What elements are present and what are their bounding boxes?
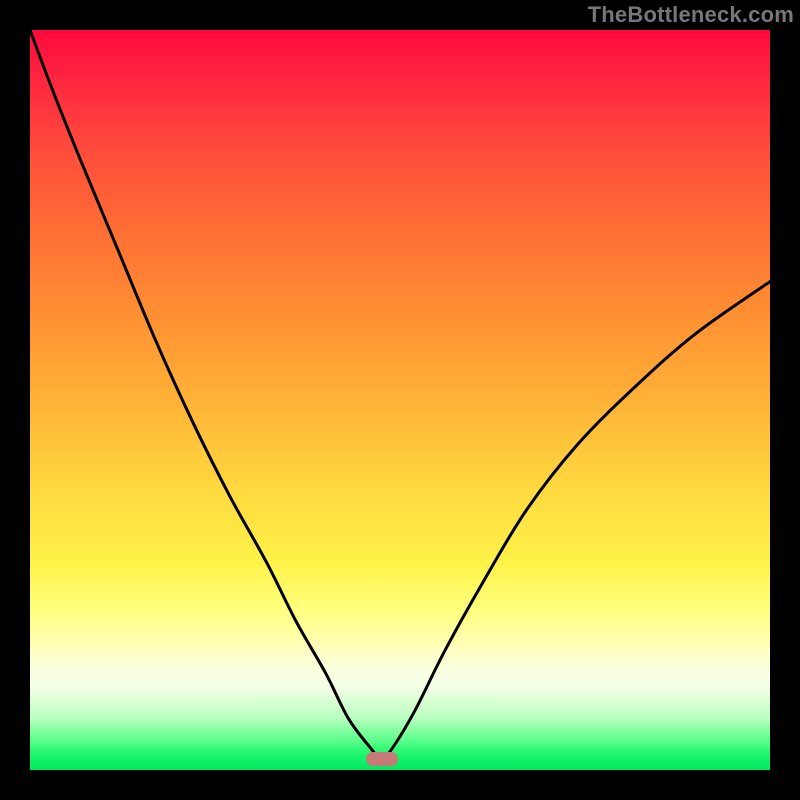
chart-frame: TheBottleneck.com bbox=[0, 0, 800, 800]
valley-marker bbox=[366, 752, 398, 766]
highlight-band bbox=[30, 642, 770, 702]
watermark-text: TheBottleneck.com bbox=[588, 2, 794, 28]
bottleneck-curve bbox=[30, 30, 770, 770]
plot-area bbox=[30, 30, 770, 770]
